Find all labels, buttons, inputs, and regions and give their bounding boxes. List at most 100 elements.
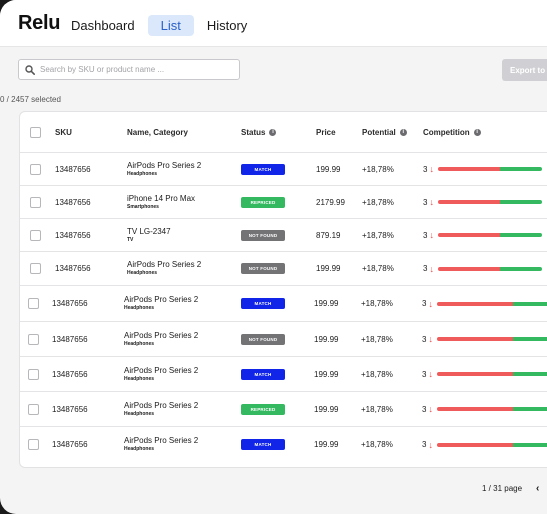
potential-cell: +18,78% [362, 164, 394, 174]
potential-cell: +18,78% [362, 264, 394, 273]
arrow-down-icon: ↓ [428, 404, 433, 414]
competition-count: 3 [422, 404, 427, 414]
product-category: Headphones [124, 410, 155, 417]
competition-cell: 3 ↓ [423, 219, 542, 251]
competition-bar [437, 266, 542, 271]
row-checkbox[interactable] [28, 439, 39, 450]
product-category: Headphones [124, 446, 155, 452]
info-icon[interactable]: i [269, 128, 277, 136]
row-checkbox[interactable] [28, 403, 39, 415]
arrow-down-icon: ↓ [428, 439, 433, 450]
nav-item-dashboard[interactable]: Dashboard [62, 15, 144, 36]
status-badge: REPRICED [241, 403, 285, 415]
competition-bar [437, 233, 542, 237]
competition-cell: 3 ↓ [423, 252, 542, 285]
arrow-down-icon: ↓ [429, 230, 434, 240]
column-header-sku[interactable]: SKU [55, 112, 72, 152]
price-cell: 199.99 [314, 369, 339, 379]
info-icon[interactable]: i [399, 128, 407, 136]
competition-count: 3 [422, 369, 427, 379]
sku-cell: 13487656 [55, 230, 91, 240]
nav-item-history[interactable]: History [198, 15, 256, 36]
sku-cell: 13487656 [55, 264, 91, 273]
table-row[interactable]: 13487656 AirPods Pro Series 2 Headphones NO… [20, 322, 547, 357]
competition-cell: 3↓↑ [422, 357, 547, 391]
product-name[interactable]: AirPods Pro Series 2 [127, 260, 201, 270]
price-cell: 199.99 [314, 404, 339, 414]
product-name[interactable]: AirPods Pro Series 2 [127, 161, 201, 171]
table-row[interactable]: 13487656 AirPods Pro Series 2 Headphones MA… [20, 153, 547, 186]
table-row[interactable]: 13487656 iPhone 14 Pro Max Smartphones REPR… [20, 186, 547, 219]
products-table: SKU Name, Category Status i Price Potenti… [19, 111, 547, 468]
status-badge: MATCH [241, 368, 285, 380]
table-row[interactable]: 13487656 AirPods Pro Series 2 Headphones RE… [20, 392, 547, 427]
column-header-status[interactable]: Status i [241, 112, 277, 152]
table-row[interactable]: 13487656 AirPods Pro Series 2 Headphones MA… [20, 357, 547, 392]
product-name[interactable]: AirPods Pro Series 2 [124, 331, 198, 341]
sku-cell: 13487656 [52, 299, 88, 308]
page-indicator: 1 / 31 page [482, 484, 523, 493]
table-row[interactable]: 13487656 AirPods Pro Series 2 Headphones MA… [20, 427, 547, 462]
product-name[interactable]: AirPods Pro Series 2 [124, 436, 198, 446]
name-cell[interactable]: AirPods Pro Series 2 Headphones [124, 322, 198, 356]
name-cell[interactable]: AirPods Pro Series 2 Headphones [124, 392, 198, 426]
product-name[interactable]: iPhone 14 Pro Max [127, 194, 195, 204]
row-checkbox[interactable] [30, 263, 41, 274]
top-navigation-bar: Relu Dashboard List History [0, 0, 547, 47]
row-checkbox[interactable] [28, 368, 39, 380]
price-cell: 199.99 [314, 334, 339, 344]
name-cell[interactable]: AirPods Pro Series 2 Headphones [127, 153, 201, 185]
status-badge: REPRICED [241, 196, 285, 208]
product-category: Headphones [127, 170, 158, 177]
arrow-down-icon: ↓ [428, 298, 433, 309]
name-cell[interactable]: iPhone 14 Pro Max Smartphones [127, 186, 195, 218]
product-name[interactable]: TV LG-2347 [127, 227, 171, 237]
column-header-potential[interactable]: Potential i [362, 112, 407, 152]
name-cell[interactable]: AirPods Pro Series 2 Headphones [124, 357, 198, 391]
row-checkbox[interactable] [28, 298, 39, 309]
product-name[interactable]: AirPods Pro Series 2 [124, 401, 198, 411]
column-header-name[interactable]: Name, Category [127, 112, 188, 152]
competition-cell: 3↓↑ [422, 322, 547, 356]
competition-bar [436, 442, 547, 447]
table-row[interactable]: 13487656 AirPods Pro Series 2 Headphones NO… [20, 252, 547, 286]
row-checkbox[interactable] [28, 333, 39, 345]
competition-bar [436, 372, 547, 376]
table-row[interactable]: 13487656 AirPods Pro Series 2 Headphones MA… [20, 286, 547, 322]
column-header-price[interactable]: Price [316, 112, 336, 152]
row-checkbox[interactable] [30, 163, 41, 175]
prev-page-button[interactable]: ‹ [536, 483, 539, 494]
export-button[interactable]: Export to [502, 59, 547, 81]
name-cell[interactable]: AirPods Pro Series 2 Headphones [124, 286, 198, 321]
row-checkbox[interactable] [30, 229, 41, 241]
name-cell[interactable]: AirPods Pro Series 2 Headphones [124, 427, 198, 462]
nav-item-list[interactable]: List [147, 15, 194, 36]
table-header: SKU Name, Category Status i Price Potenti… [20, 112, 547, 153]
competition-count: 3 [423, 197, 428, 207]
price-cell: 879.19 [316, 230, 341, 240]
name-cell[interactable]: TV LG-2347 TV [127, 219, 171, 251]
search-box[interactable] [18, 59, 240, 80]
potential-cell: +18,78% [361, 299, 393, 308]
search-input[interactable] [40, 65, 230, 74]
product-category: Headphones [124, 340, 155, 347]
arrow-down-icon: ↓ [428, 369, 433, 379]
competition-count: 3 [422, 334, 427, 344]
row-checkbox[interactable] [30, 196, 41, 208]
competition-bar [436, 407, 547, 411]
competition-bar [436, 337, 547, 341]
column-header-status-label: Status [241, 127, 266, 137]
info-icon[interactable]: i [473, 128, 481, 136]
arrow-down-icon: ↓ [429, 164, 434, 174]
app-window: Relu Dashboard List History Export to 0 … [0, 0, 547, 514]
name-cell[interactable]: AirPods Pro Series 2 Headphones [127, 252, 201, 285]
select-all-checkbox[interactable] [30, 126, 41, 138]
product-name[interactable]: AirPods Pro Series 2 [124, 366, 198, 376]
price-cell: 199.99 [316, 164, 341, 174]
column-header-potential-label: Potential [362, 127, 396, 137]
table-row[interactable]: 13487656 TV LG-2347 TV NOT FOUND 879.19 +18,7… [20, 219, 547, 252]
product-name[interactable]: AirPods Pro Series 2 [124, 295, 198, 305]
sku-cell: 13487656 [52, 369, 88, 379]
column-header-competition[interactable]: Competition i [423, 112, 481, 152]
competition-cell: 3↓↑ [422, 427, 547, 462]
